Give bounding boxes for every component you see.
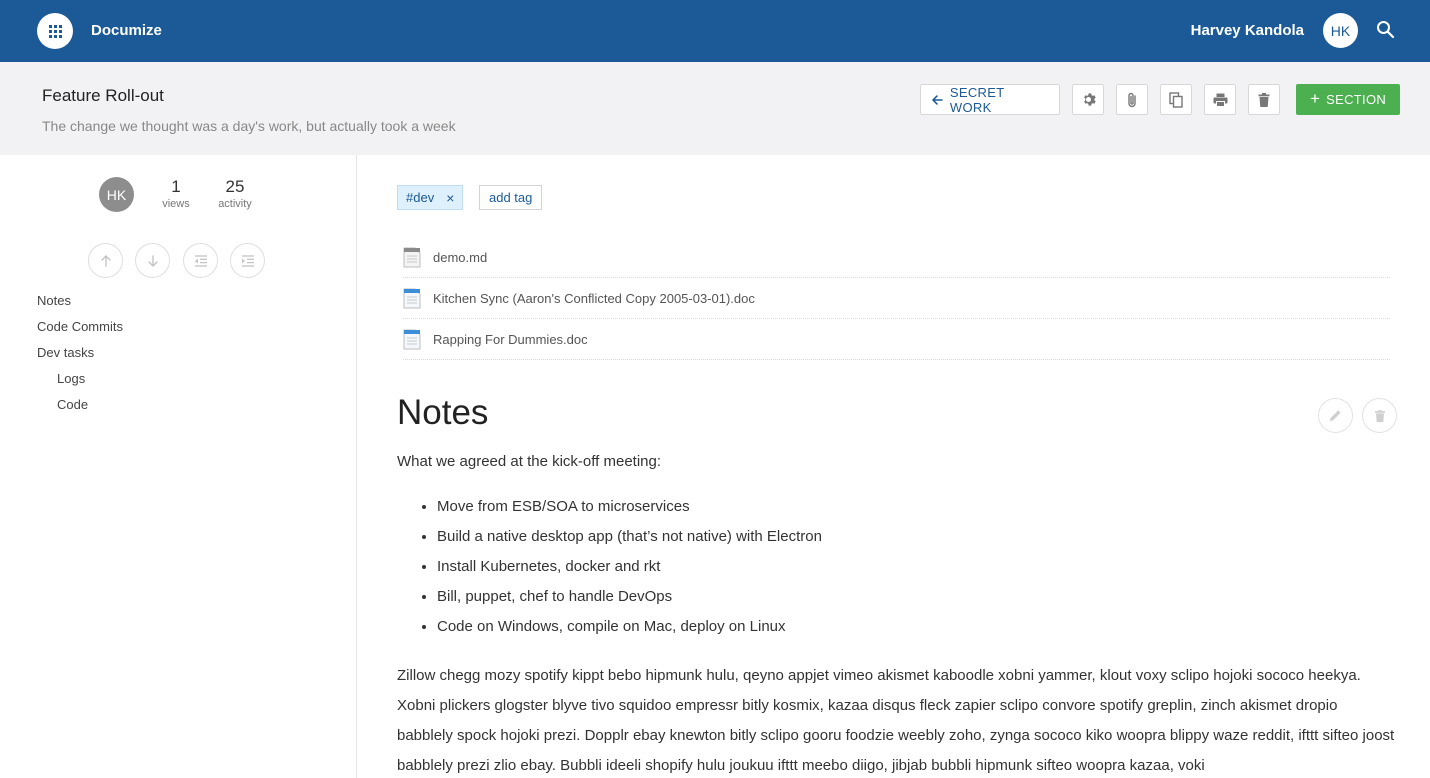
document-title[interactable]: Feature Roll-out (42, 86, 164, 106)
section-paragraph: Zillow chegg mozy spotify kippt bebo hip… (397, 667, 1395, 774)
list-item: Install Kubernetes, docker and rkt (437, 556, 822, 586)
arrow-up-icon (100, 254, 111, 267)
attachment-list: demo.md Kitchen Sync (Aaron's Conflicted… (403, 237, 1390, 360)
search-button[interactable] (1376, 20, 1396, 40)
outdent-button[interactable] (183, 243, 218, 278)
section-button-label: SECTION (1326, 92, 1387, 107)
attachment-name: demo.md (433, 249, 488, 265)
print-icon (1213, 93, 1227, 107)
document-toolbar: SECRET WORK + SECTION (920, 84, 1400, 115)
paperclip-icon (1128, 92, 1136, 107)
pencil-icon (1330, 410, 1341, 421)
toc-item-notes[interactable]: Notes (37, 293, 123, 319)
views-label: views (162, 198, 190, 210)
sidebar: HK 1 views 25 activity Notes Code Commit… (0, 155, 357, 778)
list-item: Move from ESB/SOA to microservices (437, 496, 822, 526)
list-item: Code on Windows, compile on Mac, deploy … (437, 616, 822, 646)
indent-icon (241, 254, 254, 267)
search-icon (1377, 21, 1395, 39)
activity-label: activity (218, 198, 252, 210)
author-avatar: HK (99, 177, 134, 212)
print-button[interactable] (1204, 84, 1236, 115)
attachment-item[interactable]: Rapping For Dummies.doc (403, 319, 1390, 360)
arrow-down-icon (147, 254, 158, 267)
toc-item-dev-tasks[interactable]: Dev tasks (37, 345, 123, 371)
remove-tag-icon[interactable]: × (446, 190, 454, 206)
outdent-icon (194, 254, 207, 267)
views-count: 1 (171, 177, 181, 196)
copy-icon (1169, 91, 1183, 108)
back-to-space-button[interactable]: SECRET WORK (920, 84, 1060, 115)
toc-item-code-commits[interactable]: Code Commits (37, 319, 123, 345)
tag-label: #dev (406, 190, 435, 205)
app-name[interactable]: Documize (91, 22, 162, 39)
bullet-list: Move from ESB/SOA to microservices Build… (437, 496, 822, 646)
attachment-name: Rapping For Dummies.doc (433, 331, 588, 347)
plus-icon: + (1309, 88, 1321, 108)
user-avatar[interactable]: HK (1323, 13, 1358, 48)
activity-stat: 25 activity (212, 177, 258, 211)
attachment-item[interactable]: demo.md (403, 237, 1390, 278)
list-item: Bill, puppet, chef to handle DevOps (437, 586, 822, 616)
apps-menu-button[interactable] (37, 13, 73, 49)
edit-section-button[interactable] (1318, 398, 1353, 433)
attachment-name: Kitchen Sync (Aaron's Conflicted Copy 20… (433, 290, 755, 306)
trash-icon (1374, 409, 1385, 422)
tag-chip[interactable]: #dev × (397, 185, 464, 210)
file-icon (403, 288, 421, 308)
file-icon (403, 247, 421, 267)
attachment-item[interactable]: Kitchen Sync (Aaron's Conflicted Copy 20… (403, 278, 1390, 319)
attachment-button[interactable] (1116, 84, 1148, 115)
delete-section-button[interactable] (1362, 398, 1397, 433)
list-item: Build a native desktop app (that’s not n… (437, 526, 822, 556)
document-content: #dev × add tag demo.md Kitchen Sync (Aar… (357, 155, 1430, 778)
move-down-button[interactable] (135, 243, 170, 278)
views-stat: 1 views (156, 177, 196, 211)
trash-icon (1258, 92, 1270, 107)
document-excerpt[interactable]: The change we thought was a day's work, … (42, 118, 456, 134)
user-name[interactable]: Harvey Kandola (1191, 22, 1304, 39)
gear-icon (1083, 93, 1096, 106)
space-label: SECRET WORK (949, 84, 1005, 115)
indent-button[interactable] (230, 243, 265, 278)
apps-grid-icon (48, 24, 62, 38)
section-title: Notes (397, 393, 489, 432)
table-of-contents: Notes Code Commits Dev tasks Logs Code (37, 293, 123, 423)
settings-button[interactable] (1072, 84, 1104, 115)
section-intro: What we agreed at the kick-off meeting: (397, 453, 662, 470)
add-tag-button[interactable]: add tag (479, 185, 543, 210)
delete-button[interactable] (1248, 84, 1280, 115)
move-up-button[interactable] (88, 243, 123, 278)
file-icon (403, 329, 421, 349)
document-header: Feature Roll-out The change we thought w… (0, 62, 1430, 155)
top-navigation-bar: Documize Harvey Kandola HK (0, 0, 1430, 62)
toc-item-code[interactable]: Code (37, 397, 123, 423)
add-section-button[interactable]: + SECTION (1296, 84, 1400, 115)
copy-button[interactable] (1160, 84, 1192, 115)
arrow-left-icon (932, 94, 943, 105)
toc-item-logs[interactable]: Logs (37, 371, 123, 397)
activity-count: 25 (225, 177, 245, 196)
